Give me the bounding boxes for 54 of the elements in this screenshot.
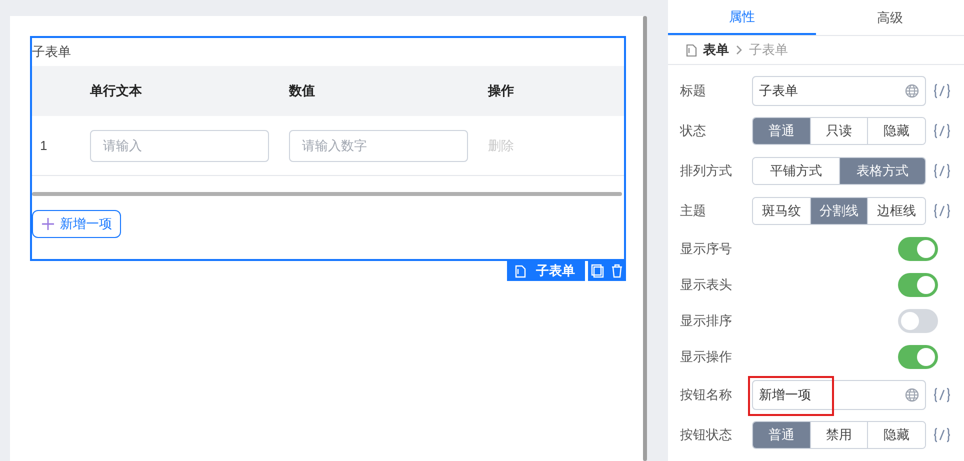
document-icon xyxy=(686,44,697,56)
expression-icon[interactable] xyxy=(932,387,952,403)
add-item-button[interactable]: 新增一项 xyxy=(32,210,121,238)
column-header: 单行文本 xyxy=(90,82,143,100)
globe-icon xyxy=(905,388,919,402)
property-label: 标题 xyxy=(680,82,707,100)
toggle-switch[interactable] xyxy=(898,273,938,297)
column-header: 数值 xyxy=(289,82,316,100)
number-input[interactable]: 请输入数字 xyxy=(289,130,468,162)
property-label: 按钮名称 xyxy=(680,386,733,404)
row-number: 1 xyxy=(39,136,48,155)
property-label: 显示排序 xyxy=(680,312,733,330)
chevron-right-icon xyxy=(735,45,743,55)
segment-option[interactable]: 分割线 xyxy=(810,198,868,224)
field-value: 新增一项 xyxy=(759,386,812,404)
document-icon xyxy=(515,264,526,278)
component-tag[interactable]: 子表单 xyxy=(507,261,585,281)
segment-option[interactable]: 普通 xyxy=(753,422,810,448)
property-label: 按钮状态 xyxy=(680,426,733,444)
plus-icon xyxy=(41,217,55,231)
panel-tab[interactable]: 属性 xyxy=(668,0,816,35)
segment-option[interactable]: 边框线 xyxy=(867,198,925,224)
text-field[interactable]: 新增一项 xyxy=(752,380,926,410)
property-label: 显示序号 xyxy=(680,240,733,258)
subform-title: 子表单 xyxy=(32,43,72,62)
horizontal-scrollbar[interactable] xyxy=(32,192,622,196)
panel-tab[interactable]: 高级 xyxy=(816,0,964,35)
field-value: 子表单 xyxy=(759,82,799,100)
segment-option[interactable]: 表格方式 xyxy=(838,158,925,184)
toggle-switch[interactable] xyxy=(898,309,938,333)
property-label: 主题 xyxy=(680,202,707,220)
trash-icon[interactable] xyxy=(610,264,623,278)
vertical-scrollbar[interactable] xyxy=(643,16,647,461)
expression-icon[interactable] xyxy=(932,83,952,99)
property-label: 状态 xyxy=(680,122,707,140)
expression-icon[interactable] xyxy=(932,427,952,443)
segment-option[interactable]: 普通 xyxy=(753,118,810,144)
toggle-switch[interactable] xyxy=(898,345,938,369)
expression-icon[interactable] xyxy=(932,163,952,179)
copy-icon[interactable] xyxy=(591,264,604,278)
column-header: 操作 xyxy=(488,82,514,100)
expression-icon[interactable] xyxy=(932,123,952,139)
property-label: 显示表头 xyxy=(680,276,733,294)
segment-option[interactable]: 隐藏 xyxy=(867,422,925,448)
text-field[interactable]: 子表单 xyxy=(752,76,926,106)
globe-icon xyxy=(905,84,919,98)
segment-option[interactable]: 隐藏 xyxy=(867,118,925,144)
property-label: 显示操作 xyxy=(680,348,733,366)
expression-icon[interactable] xyxy=(932,203,952,219)
breadcrumb-item[interactable]: 表单 xyxy=(703,40,729,60)
text-input[interactable]: 请输入 xyxy=(90,130,269,162)
toggle-switch[interactable] xyxy=(898,237,938,261)
component-name: 子表单 xyxy=(536,262,575,280)
property-label: 排列方式 xyxy=(680,162,733,180)
